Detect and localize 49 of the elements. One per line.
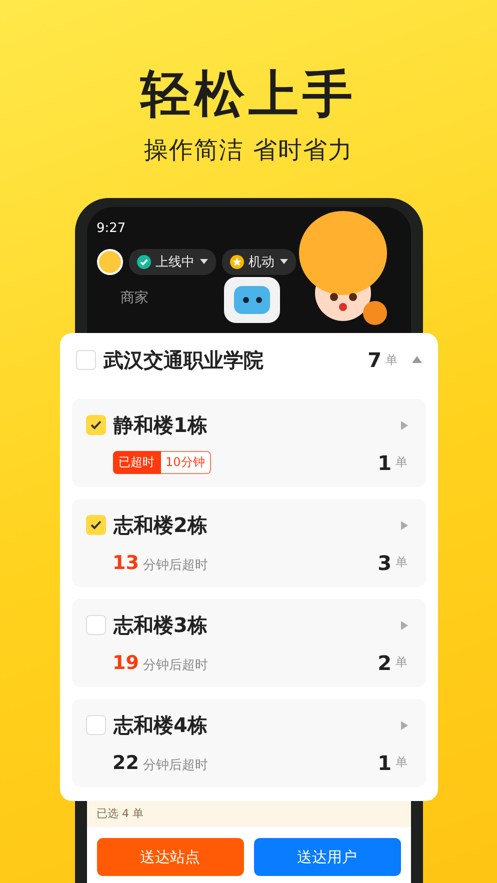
unit-label: 单 bbox=[396, 554, 408, 571]
arrow-icon bbox=[400, 720, 408, 730]
tab[interactable]: 商家 bbox=[120, 289, 148, 307]
building-name: 志和楼4栋 bbox=[114, 712, 208, 738]
status-time: 9:27 bbox=[96, 221, 127, 237]
arrow-icon bbox=[400, 520, 408, 530]
minutes-left: 13 bbox=[112, 552, 139, 574]
unit-label: 单 bbox=[396, 654, 408, 671]
minutes-left: 19 bbox=[112, 652, 139, 674]
check-icon bbox=[90, 520, 102, 530]
checkbox[interactable] bbox=[86, 515, 106, 535]
building-name: 静和楼1栋 bbox=[114, 412, 208, 438]
timeout-hint: 分钟后超时 bbox=[142, 556, 208, 574]
arrow-icon bbox=[400, 620, 408, 630]
overdue-badge: 已超时 bbox=[112, 451, 160, 474]
order-count: 3 bbox=[378, 550, 392, 574]
group-name: 武汉交通职业学院 bbox=[104, 346, 264, 374]
caret-icon bbox=[200, 259, 208, 265]
order-count: 7 bbox=[368, 348, 382, 372]
minutes-left: 22 bbox=[112, 752, 139, 774]
deliver-button[interactable]: 送达用户 bbox=[254, 838, 400, 876]
timeout-hint: 分钟后超时 bbox=[142, 656, 208, 674]
status-chip[interactable]: 上线中 bbox=[128, 249, 216, 275]
arrow-icon bbox=[400, 420, 408, 430]
status-chip[interactable]: 机动 bbox=[222, 249, 296, 275]
caret-icon bbox=[280, 259, 288, 265]
check-icon bbox=[90, 420, 102, 430]
building-name: 志和楼3栋 bbox=[114, 612, 208, 638]
star-icon bbox=[230, 255, 244, 269]
selection-summary: 已选 4 单 bbox=[86, 800, 410, 827]
order-count: 1 bbox=[378, 450, 392, 474]
timeout-hint: 分钟后超时 bbox=[142, 756, 208, 774]
robot-drawing bbox=[222, 277, 282, 323]
unit-label: 单 bbox=[396, 754, 408, 771]
collapse-icon[interactable] bbox=[412, 356, 422, 364]
subheadline: 操作简洁 省时省力 bbox=[144, 135, 353, 166]
order-count: 2 bbox=[378, 650, 392, 674]
avatar[interactable] bbox=[96, 249, 122, 275]
checkbox[interactable] bbox=[86, 615, 106, 635]
checkbox[interactable] bbox=[86, 715, 106, 735]
order-count: 1 bbox=[378, 750, 392, 774]
building-name: 志和楼2栋 bbox=[114, 512, 208, 538]
overdue-duration: 10分钟 bbox=[160, 451, 211, 474]
checkbox[interactable] bbox=[86, 415, 106, 435]
checkbox[interactable] bbox=[76, 350, 96, 370]
headline: 轻松上手 bbox=[140, 64, 356, 125]
check-icon bbox=[136, 255, 150, 269]
unit-label: 单 bbox=[396, 454, 408, 471]
unit-label: 单 bbox=[386, 352, 398, 368]
